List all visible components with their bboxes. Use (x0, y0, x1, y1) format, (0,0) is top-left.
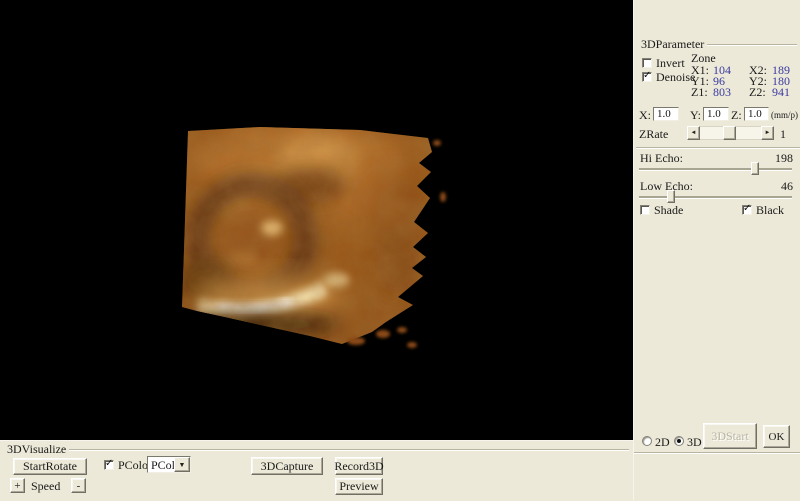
zrate-scrollbar-track[interactable] (700, 126, 761, 140)
render-viewport[interactable] (0, 0, 633, 440)
check-icon: ✓ (743, 203, 751, 215)
low-echo-slider-thumb[interactable] (667, 190, 675, 203)
pcolor-checkbox[interactable]: ✓ (104, 460, 114, 470)
visualize-group-border (6, 449, 629, 450)
zrate-value: 1 (780, 128, 786, 140)
parameter-group-title: 3DParameter (640, 38, 707, 51)
check-icon: ✓ (643, 70, 651, 82)
mode-3d-radio[interactable] (674, 436, 684, 446)
visualize-group-title: 3DVisualize (6, 443, 69, 456)
hi-echo-slider-thumb[interactable] (751, 162, 759, 175)
low-echo-slider[interactable] (639, 190, 792, 204)
x-scale-input[interactable] (653, 107, 679, 121)
zone-z2-value: 941 (772, 86, 790, 98)
black-label: Black (756, 204, 784, 216)
divider (634, 452, 800, 453)
scroll-right-icon: ► (765, 130, 771, 136)
start-rotate-button[interactable]: StartRotate (13, 458, 87, 475)
check-icon: ✓ (105, 458, 113, 470)
divider (636, 147, 800, 148)
hi-echo-slider-track (639, 168, 792, 171)
scroll-right-button[interactable]: ► (761, 126, 774, 140)
visualize-panel: 3DVisualize StartRotate + Speed - ✓ PCol… (0, 440, 633, 501)
shade-label: Shade (654, 204, 683, 216)
speed-label: Speed (31, 480, 60, 492)
chevron-down-icon: ▼ (179, 461, 186, 469)
mode-2d-radio[interactable] (642, 436, 652, 446)
shade-checkbox[interactable]: ✓ (640, 205, 650, 215)
preview-button[interactable]: Preview (335, 478, 383, 495)
mode-2d-label: 2D (655, 436, 670, 448)
zone-z1-label: Z1: (691, 86, 708, 98)
mode-3d-label: 3D (687, 436, 702, 448)
zrate-label: ZRate (639, 128, 668, 140)
low-echo-slider-track (639, 196, 792, 199)
speed-plus-button[interactable]: + (10, 478, 25, 493)
ultrasound-volume-image (0, 0, 633, 440)
ultrasound-3d-app: { "icons": { "check": "✓", "dropdown_arr… (0, 0, 800, 500)
record3d-button[interactable]: Record3D (335, 457, 383, 475)
zrate-scrollbar-thumb[interactable] (723, 126, 736, 140)
pcolor-dropdown[interactable]: PColor ▼ (147, 456, 191, 473)
y-scale-label: Y: (690, 109, 701, 121)
z-scale-input[interactable] (744, 107, 769, 121)
pcolor-dropdown-value: PColor (148, 457, 174, 472)
3dcapture-button[interactable]: 3DCapture (251, 457, 323, 475)
z-scale-label: Z: (731, 109, 742, 121)
parameter-panel: 3DParameter ✓ Invert ✓ Denoise Zone X1: … (633, 0, 800, 500)
y-scale-input[interactable] (703, 107, 729, 121)
invert-checkbox[interactable]: ✓ (642, 58, 652, 68)
radio-dot-icon (677, 439, 681, 443)
zrate-scrollbar[interactable]: ◄ ► (687, 126, 774, 140)
scroll-left-button[interactable]: ◄ (687, 126, 700, 140)
zone-z1-value: 803 (713, 86, 731, 98)
dropdown-arrow-button[interactable]: ▼ (174, 457, 190, 472)
hi-echo-slider[interactable] (639, 162, 792, 176)
speed-minus-button[interactable]: - (71, 478, 86, 493)
invert-label: Invert (656, 57, 685, 69)
zone-z2-label: Z2: (749, 86, 766, 98)
scroll-left-icon: ◄ (691, 130, 697, 136)
denoise-checkbox[interactable]: ✓ (642, 72, 652, 82)
3dstart-button[interactable]: 3DStart (703, 423, 757, 449)
ok-button[interactable]: OK (763, 425, 790, 448)
x-scale-label: X: (639, 109, 651, 121)
scale-unit-label: (mm/p) (771, 109, 798, 121)
black-checkbox[interactable]: ✓ (742, 205, 752, 215)
denoise-label: Denoise (656, 71, 695, 83)
